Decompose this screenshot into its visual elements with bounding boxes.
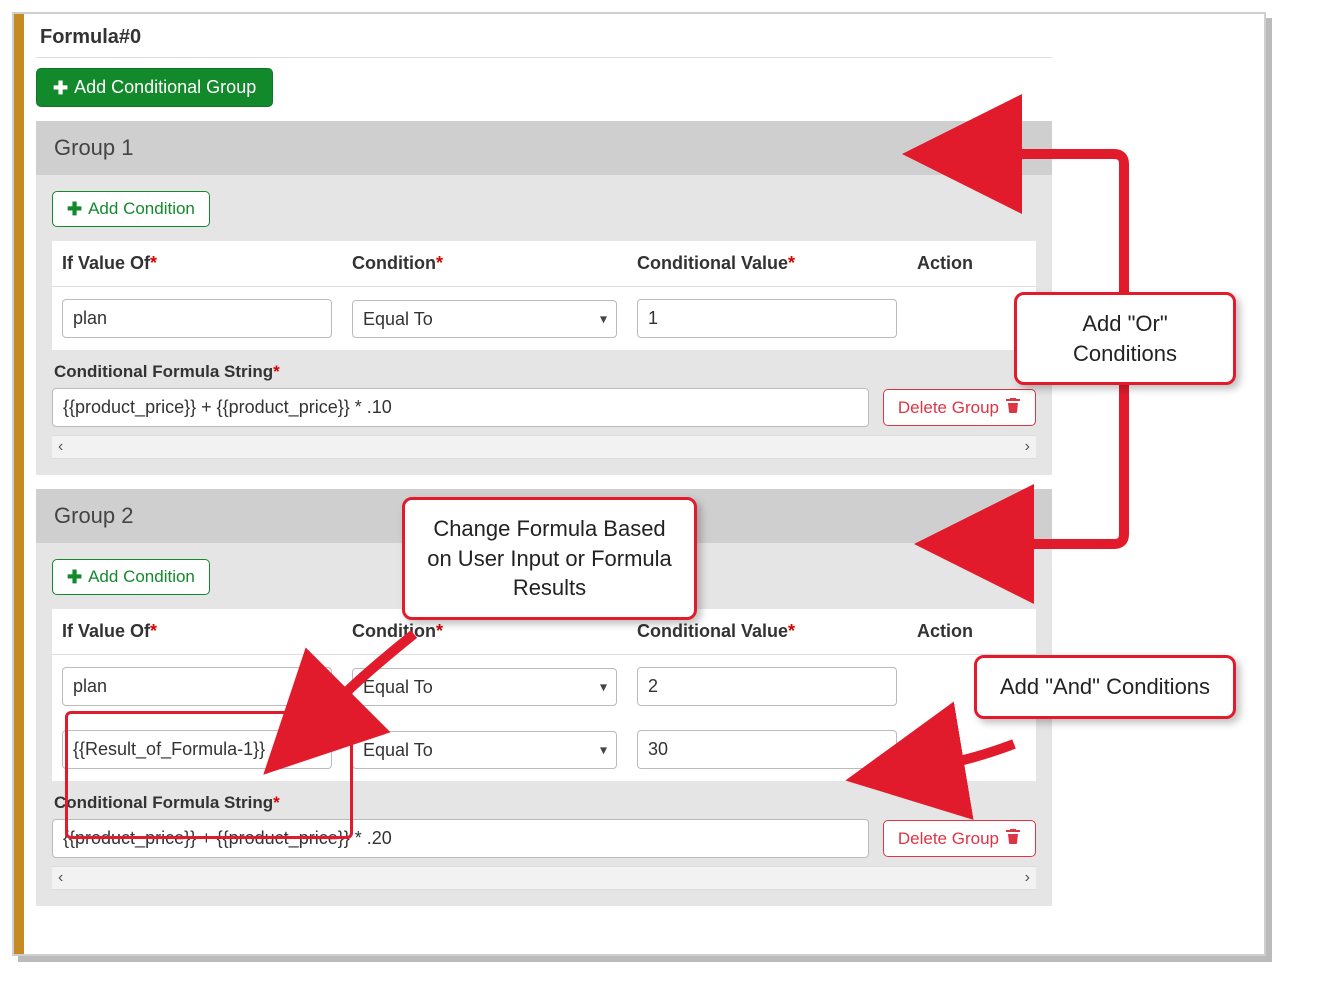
if-value-input[interactable] — [62, 299, 332, 338]
add-condition-button[interactable]: ✚ Add Condition — [52, 191, 210, 227]
trash-icon — [1005, 397, 1021, 418]
if-value-input[interactable] — [62, 667, 332, 706]
formula-string-label: Conditional Formula String* — [54, 793, 1034, 813]
conditional-value-input[interactable] — [637, 667, 897, 706]
condition-select[interactable]: Equal To — [352, 731, 617, 769]
scroll-left-icon: ‹ — [58, 438, 63, 456]
group-title: Group 2 — [54, 503, 134, 528]
col-action: Action — [907, 241, 1036, 287]
delete-group-button[interactable]: Delete Group — [883, 389, 1036, 426]
if-value-input[interactable] — [62, 730, 332, 769]
formula-title: Formula#0 — [36, 14, 1052, 57]
plus-icon: ✚ — [53, 79, 68, 97]
callout-and-conditions: Add "And" Conditions — [974, 655, 1236, 719]
group-header[interactable]: Group 1 — [36, 121, 1052, 175]
label: Conditional Value — [637, 621, 788, 641]
conditions-table: If Value Of* Condition* Conditional Valu… — [52, 241, 1036, 350]
required-marker: * — [436, 621, 443, 641]
required-marker: * — [150, 253, 157, 273]
button-label: Delete Group — [898, 829, 999, 849]
label: Action — [917, 621, 973, 641]
col-action: Action — [907, 609, 1036, 655]
label: Action — [917, 253, 973, 273]
conditional-value-input[interactable] — [637, 299, 897, 338]
conditional-value-input[interactable] — [637, 730, 897, 769]
callout-text: Add "Or" Conditions — [1073, 311, 1177, 366]
button-label: Add Condition — [88, 199, 195, 219]
scroll-right-icon: › — [1025, 438, 1030, 456]
horizontal-scroll-strip[interactable]: ‹ › — [52, 435, 1036, 459]
scroll-left-icon: ‹ — [58, 869, 63, 887]
label: Conditional Formula String — [54, 362, 273, 381]
callout-change-formula: Change Formula Based on User Input or Fo… — [402, 497, 697, 620]
button-label: Add Condition — [88, 567, 195, 587]
delete-condition-button[interactable] — [917, 731, 955, 769]
divider — [36, 57, 1052, 58]
app-frame: Add "Or" Conditions Add "And" Conditions… — [12, 12, 1266, 956]
required-marker: * — [273, 362, 280, 381]
label: Condition — [352, 253, 436, 273]
col-condition: Condition* — [342, 241, 627, 287]
col-if-value: If Value Of* — [52, 241, 342, 287]
formula-string-label: Conditional Formula String* — [54, 362, 1034, 382]
scroll-right-icon: › — [1025, 869, 1030, 887]
add-conditional-group-button[interactable]: ✚ Add Conditional Group — [36, 68, 273, 107]
plus-icon: ✚ — [67, 568, 82, 586]
required-marker: * — [150, 621, 157, 641]
conditions-table: If Value Of* Condition* Conditional Valu… — [52, 609, 1036, 781]
label: Conditional Value — [637, 253, 788, 273]
label: If Value Of — [62, 253, 150, 273]
callout-or-conditions: Add "Or" Conditions — [1014, 292, 1236, 385]
group-title: Group 1 — [54, 135, 134, 160]
button-label: Delete Group — [898, 398, 999, 418]
add-condition-button[interactable]: ✚ Add Condition — [52, 559, 210, 595]
button-label: Add Conditional Group — [74, 77, 256, 98]
content-area: Formula#0 ✚ Add Conditional Group Group … — [24, 14, 1064, 954]
formula-string-input[interactable] — [52, 388, 869, 427]
horizontal-scroll-strip[interactable]: ‹ › — [52, 866, 1036, 890]
condition-row: Equal To ▾ — [52, 718, 1036, 781]
group-1: Group 1 ✚ Add Condition If Value Of* — [36, 121, 1052, 475]
required-marker: * — [788, 621, 795, 641]
condition-select[interactable]: Equal To — [352, 668, 617, 706]
label: Conditional Formula String — [54, 793, 273, 812]
condition-select[interactable]: Equal To — [352, 300, 617, 338]
required-marker: * — [436, 253, 443, 273]
left-accent-bar — [14, 14, 24, 954]
condition-row: Equal To ▾ — [52, 287, 1036, 351]
col-if-value: If Value Of* — [52, 609, 342, 655]
plus-icon: ✚ — [67, 200, 82, 218]
callout-text: Change Formula Based on User Input or Fo… — [427, 516, 672, 600]
formula-string-input[interactable] — [52, 819, 869, 858]
callout-text: Add "And" Conditions — [1000, 674, 1210, 699]
delete-group-button[interactable]: Delete Group — [883, 820, 1036, 857]
condition-row: Equal To ▾ — [52, 655, 1036, 719]
required-marker: * — [788, 253, 795, 273]
required-marker: * — [273, 793, 280, 812]
label: If Value Of — [62, 621, 150, 641]
trash-icon — [1005, 828, 1021, 849]
trash-icon — [928, 740, 944, 759]
label: Condition — [352, 621, 436, 641]
group-body: ✚ Add Condition If Value Of* Condit — [36, 175, 1052, 475]
col-conditional-value: Conditional Value* — [627, 241, 907, 287]
